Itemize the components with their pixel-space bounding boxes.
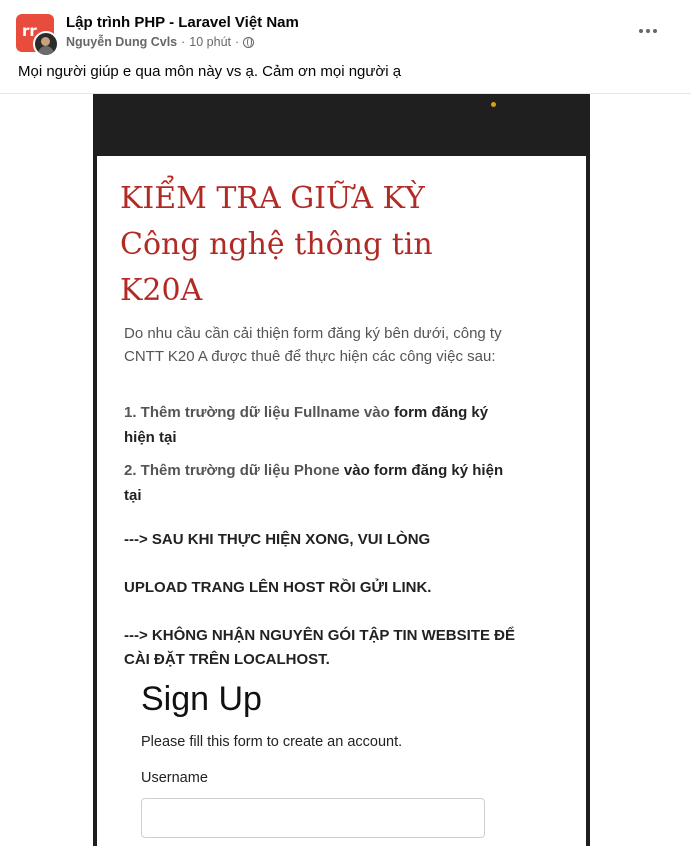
task-text: 2. Thêm trường dữ liệu Phone bbox=[124, 462, 344, 479]
post-header: rr Lập trình PHP - Laravel Việt Nam Nguy… bbox=[0, 0, 691, 60]
signup-subtitle: Please fill this form to create an accou… bbox=[141, 734, 403, 750]
note-3: ---> KHÔNG NHẬN NGUYÊN GÓI TẬP TIN WEBSI… bbox=[124, 627, 515, 668]
post-time-link[interactable]: 10 phút bbox=[189, 35, 231, 49]
more-horizontal-icon bbox=[653, 29, 657, 33]
task-text: 1. Thêm trường dữ liệu Fullname vào bbox=[124, 404, 394, 421]
post-meta: Nguyễn Dung Cvls · 10 phút · bbox=[66, 35, 255, 49]
exam-title-line: K20A bbox=[120, 273, 203, 308]
meta-separator: · bbox=[181, 35, 186, 49]
task-item-1: 1. Thêm trường dữ liệu Fullname vào form… bbox=[124, 400, 504, 450]
user-avatar[interactable] bbox=[33, 31, 59, 57]
post-text: Mọi người giúp e qua môn này vs ạ. Cảm ơ… bbox=[18, 63, 402, 80]
post-photo[interactable]: KIỂM TRA GIỮA KỲ Công nghệ thông tin K20… bbox=[93, 94, 590, 846]
exam-title-line: KIỂM TRA GIỮA KỲ bbox=[120, 181, 425, 216]
globe-icon bbox=[243, 36, 255, 48]
avatar-face bbox=[41, 37, 50, 46]
task-item-2: 2. Thêm trường dữ liệu Phone vào form đă… bbox=[124, 458, 504, 508]
camera-dot-icon bbox=[491, 102, 496, 107]
note-1: ---> SAU KHI THỰC HIỆN XONG, VUI LÒNG bbox=[124, 531, 431, 548]
group-name-link[interactable]: Lập trình PHP - Laravel Việt Nam bbox=[66, 14, 299, 31]
author-link[interactable]: Nguyễn Dung Cvls bbox=[66, 35, 177, 49]
exam-intro: Do nhu cầu cần cải thiện form đăng ký bê… bbox=[124, 325, 502, 365]
note-2: UPLOAD TRANG LÊN HOST RỒI GỬI LINK. bbox=[124, 579, 432, 596]
more-options-button[interactable] bbox=[630, 20, 666, 42]
avatar-body bbox=[38, 46, 54, 55]
exam-title-line: Công nghệ thông tin bbox=[120, 227, 433, 262]
signup-title: Sign Up bbox=[141, 680, 262, 718]
username-input[interactable] bbox=[141, 798, 485, 838]
more-horizontal-icon bbox=[639, 29, 643, 33]
exam-title: KIỂM TRA GIỮA KỲ Công nghệ thông tin K20… bbox=[120, 176, 570, 314]
more-horizontal-icon bbox=[646, 29, 650, 33]
exam-sheet: KIỂM TRA GIỮA KỲ Công nghệ thông tin K20… bbox=[97, 156, 586, 846]
meta-separator: · bbox=[235, 35, 240, 49]
username-label: Username bbox=[141, 770, 208, 786]
